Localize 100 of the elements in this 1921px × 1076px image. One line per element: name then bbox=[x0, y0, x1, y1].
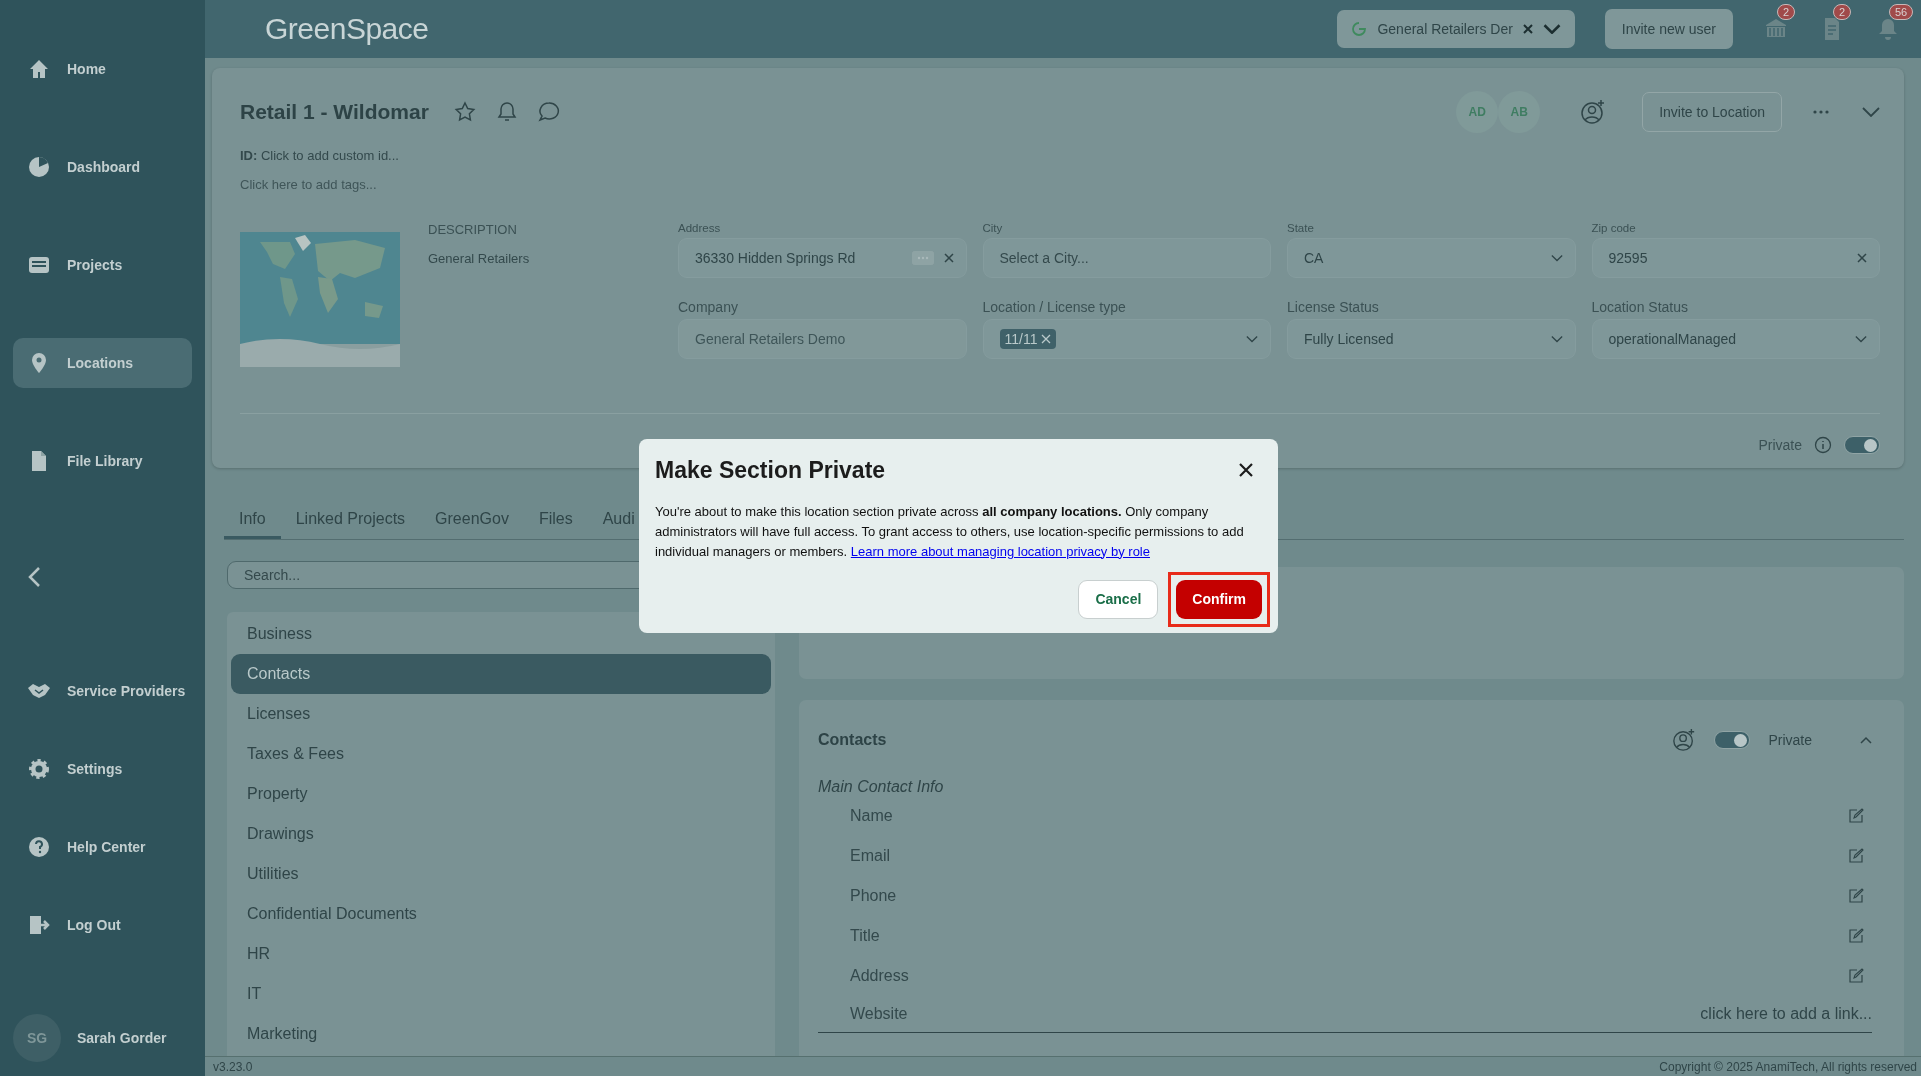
count-badge: 56 bbox=[1889, 4, 1914, 20]
field-label: Address bbox=[850, 967, 910, 985]
nav-item[interactable]: Log Out bbox=[13, 900, 192, 950]
edit-icon[interactable] bbox=[1848, 968, 1864, 984]
location-title: Retail 1 - Wildomar bbox=[240, 100, 429, 124]
section-item[interactable]: Property bbox=[231, 774, 771, 814]
field-label: License Status bbox=[1287, 298, 1380, 315]
chevron-down-icon[interactable] bbox=[1542, 24, 1561, 34]
nav-item[interactable]: Help Center bbox=[13, 822, 192, 872]
chevron-down-icon[interactable] bbox=[1550, 333, 1563, 344]
section-item[interactable]: IT bbox=[231, 974, 771, 1014]
description-label: DESCRIPTION bbox=[428, 222, 518, 237]
dialog-message: You're about to make this location section private across all company locations. Only company administrators will have full access. To grant access to others, use location-specific permissions to add individual managers or members. Learn more about managing location privacy by role bbox=[655, 502, 1245, 561]
invite-user-button[interactable]: Invite new user bbox=[1604, 9, 1733, 49]
collapse-chevron-icon[interactable] bbox=[27, 566, 41, 588]
info-icon[interactable] bbox=[1814, 436, 1832, 454]
member-avatar[interactable]: AB bbox=[1498, 91, 1541, 133]
member-avatar[interactable]: AD bbox=[1456, 91, 1499, 133]
section-item[interactable]: Contacts bbox=[231, 654, 771, 694]
help-icon bbox=[27, 835, 51, 859]
section-item[interactable]: Marketing bbox=[231, 1014, 771, 1054]
link-field[interactable]: click here to add a link... bbox=[1700, 1005, 1872, 1023]
edit-icon[interactable] bbox=[1848, 928, 1864, 944]
select-field[interactable]: operationalManaged bbox=[1591, 318, 1880, 359]
private-label: Private bbox=[1758, 437, 1802, 453]
company-field: General Retailers Demo bbox=[678, 318, 967, 359]
city-field[interactable]: Select a City... bbox=[982, 238, 1271, 278]
nav-item[interactable]: Projects bbox=[13, 240, 192, 290]
section-subtitle: Main Contact Info bbox=[818, 778, 945, 796]
field-label: Phone bbox=[850, 887, 898, 905]
field-label: Company bbox=[678, 298, 739, 315]
leaf-icon bbox=[1351, 21, 1368, 37]
company-selector[interactable]: General Retailers Der bbox=[1337, 10, 1575, 48]
section-item[interactable]: HR bbox=[231, 934, 771, 974]
chevron-down-icon[interactable] bbox=[1246, 333, 1258, 344]
card-title: Contacts bbox=[818, 731, 887, 749]
license-type-field[interactable]: 11/11 bbox=[982, 318, 1271, 359]
clear-icon[interactable] bbox=[1857, 253, 1867, 263]
cancel-button[interactable]: Cancel bbox=[1078, 579, 1159, 619]
pie-chart-icon bbox=[27, 155, 51, 179]
address-field[interactable]: 36330 Hidden Springs Rd bbox=[678, 238, 967, 278]
tags-field[interactable]: Click here to add tags... bbox=[240, 177, 1880, 192]
chevron-up-icon[interactable] bbox=[1860, 736, 1872, 744]
tab[interactable]: GreenGov bbox=[420, 502, 524, 539]
nav-item[interactable]: Service Providers bbox=[13, 666, 192, 716]
field-label: Website bbox=[850, 1005, 909, 1023]
remove-icon[interactable] bbox=[1041, 333, 1052, 344]
tab[interactable]: Audi bbox=[587, 502, 650, 539]
field-label: City bbox=[982, 222, 1004, 234]
field-label: Location Status bbox=[1591, 298, 1689, 315]
field-label: Email bbox=[850, 847, 891, 865]
section-item[interactable]: Licenses bbox=[231, 694, 771, 734]
nav-item[interactable]: Home bbox=[13, 44, 192, 94]
select-field[interactable]: Fully Licensed bbox=[1287, 318, 1576, 359]
license-chip[interactable]: 11/11 bbox=[999, 328, 1057, 349]
nav-item[interactable]: File Library bbox=[13, 436, 192, 486]
close-icon[interactable] bbox=[1238, 462, 1254, 478]
app-logo[interactable]: GreenSpace bbox=[265, 12, 429, 46]
tab[interactable]: Linked Projects bbox=[280, 502, 421, 539]
edit-icon[interactable] bbox=[1848, 888, 1864, 904]
chevron-down-icon[interactable] bbox=[1855, 333, 1867, 344]
select-field[interactable]: CA bbox=[1287, 238, 1576, 278]
star-icon[interactable] bbox=[452, 100, 477, 124]
section-item[interactable]: Utilities bbox=[231, 854, 771, 894]
private-toggle[interactable] bbox=[1844, 436, 1880, 454]
field-label: Title bbox=[850, 927, 881, 945]
add-person-icon[interactable] bbox=[1580, 99, 1607, 125]
private-label: Private bbox=[1768, 732, 1812, 748]
edit-icon[interactable] bbox=[1848, 808, 1864, 824]
custom-id-field[interactable]: ID: Click to add custom id... bbox=[240, 148, 1880, 163]
clear-icon[interactable] bbox=[1522, 24, 1533, 34]
confirm-button[interactable]: Confirm bbox=[1176, 579, 1262, 619]
company-name: General Retailers Der bbox=[1377, 21, 1513, 37]
section-item[interactable]: Taxes & Fees bbox=[231, 734, 771, 774]
invite-to-location-button[interactable]: Invite to Location bbox=[1642, 92, 1782, 132]
chevron-down-icon[interactable] bbox=[1862, 107, 1880, 117]
add-person-icon[interactable] bbox=[1672, 728, 1697, 752]
section-item[interactable]: Business bbox=[231, 614, 771, 654]
chevron-down-icon[interactable] bbox=[1550, 253, 1563, 263]
nav-item[interactable]: Dashboard bbox=[13, 142, 192, 192]
clear-icon[interactable] bbox=[943, 253, 954, 263]
user-avatar[interactable]: SG bbox=[13, 1014, 61, 1062]
edit-icon[interactable] bbox=[1848, 848, 1864, 864]
section-item[interactable]: Drawings bbox=[231, 814, 771, 854]
private-toggle[interactable] bbox=[1714, 731, 1751, 749]
zip-code-field[interactable]: 92595 bbox=[1591, 238, 1880, 278]
field-label: Location / License type bbox=[982, 298, 1127, 315]
nav-item[interactable]: Settings bbox=[13, 744, 192, 794]
comment-icon[interactable] bbox=[536, 100, 561, 124]
more-icon[interactable] bbox=[1812, 109, 1830, 115]
field-label: State bbox=[1287, 222, 1315, 234]
version-text: v3.23.0 bbox=[213, 1059, 253, 1074]
nav-item[interactable]: Locations bbox=[13, 338, 192, 388]
section-item[interactable]: Confidential Documents bbox=[231, 894, 771, 934]
privacy-help-link[interactable]: Learn more about managing location privacy by role bbox=[850, 543, 1150, 559]
copyright-text: Copyright © 2025 AnamiTech, All rights reserved bbox=[1659, 1059, 1917, 1074]
logout-icon bbox=[27, 913, 51, 937]
description-text[interactable]: General Retailers bbox=[428, 251, 678, 266]
tab[interactable]: Files bbox=[523, 502, 588, 539]
tab[interactable]: Info bbox=[224, 502, 281, 539]
